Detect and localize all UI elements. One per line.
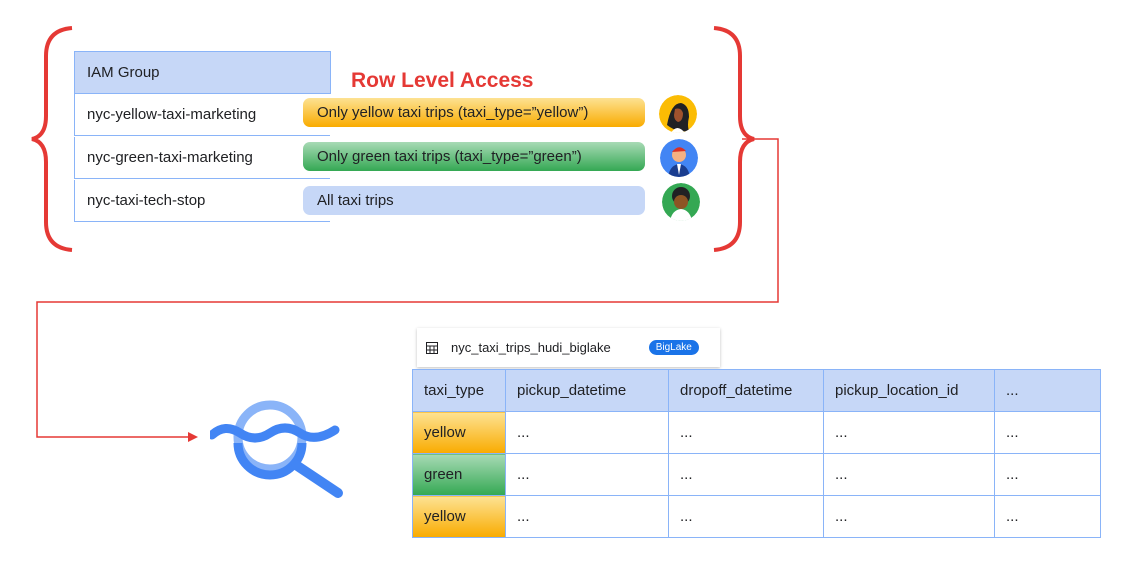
table-header-row: taxi_type pickup_datetime dropoff_dateti… xyxy=(412,369,1101,412)
iam-group-green: nyc-green-taxi-marketing xyxy=(74,137,330,179)
data-table: taxi_type pickup_datetime dropoff_dateti… xyxy=(412,369,1101,538)
table-cell: yellow xyxy=(412,411,506,454)
column-header: taxi_type xyxy=(412,369,506,412)
table-title-bar: nyc_taxi_trips_hudi_biglake BigLake xyxy=(417,328,720,367)
table-cell: ... xyxy=(823,453,995,496)
column-header: pickup_datetime xyxy=(505,369,669,412)
table-cell: ... xyxy=(668,411,824,454)
avatar-icon xyxy=(662,183,700,221)
row-level-access-title: Row Level Access xyxy=(351,69,534,92)
table-cell: yellow xyxy=(412,495,506,538)
table-name: nyc_taxi_trips_hudi_biglake xyxy=(451,340,611,355)
table-cell: ... xyxy=(668,495,824,538)
table-cell: ... xyxy=(823,411,995,454)
biglake-logo-icon xyxy=(210,400,343,498)
avatar-icon xyxy=(659,95,697,133)
table-cell: ... xyxy=(994,453,1101,496)
iam-group-yellow: nyc-yellow-taxi-marketing xyxy=(74,94,330,136)
table-cell: ... xyxy=(994,495,1101,538)
table-cell: ... xyxy=(668,453,824,496)
table-cell: ... xyxy=(505,495,669,538)
policy-green: Only green taxi trips (taxi_type=”green”… xyxy=(303,142,645,171)
table-cell: green xyxy=(412,453,506,496)
column-header: dropoff_datetime xyxy=(668,369,824,412)
table-cell: ... xyxy=(505,453,669,496)
column-header: pickup_location_id xyxy=(823,369,995,412)
table-cell: ... xyxy=(823,495,995,538)
policy-all: All taxi trips xyxy=(303,186,645,215)
table-row: green ... ... ... ... xyxy=(412,453,1101,496)
policy-yellow: Only yellow taxi trips (taxi_type=”yello… xyxy=(303,98,645,127)
iam-group-tech: nyc-taxi-tech-stop xyxy=(74,180,330,222)
avatar-icon xyxy=(660,139,698,177)
biglake-badge: BigLake xyxy=(648,340,699,355)
table-cell: ... xyxy=(505,411,669,454)
column-header: ... xyxy=(994,369,1101,412)
table-row: yellow ... ... ... ... xyxy=(412,495,1101,538)
table-row: yellow ... ... ... ... xyxy=(412,411,1101,454)
iam-group-header: IAM Group xyxy=(74,51,331,94)
table-cell: ... xyxy=(994,411,1101,454)
table-grid-icon xyxy=(426,341,438,354)
